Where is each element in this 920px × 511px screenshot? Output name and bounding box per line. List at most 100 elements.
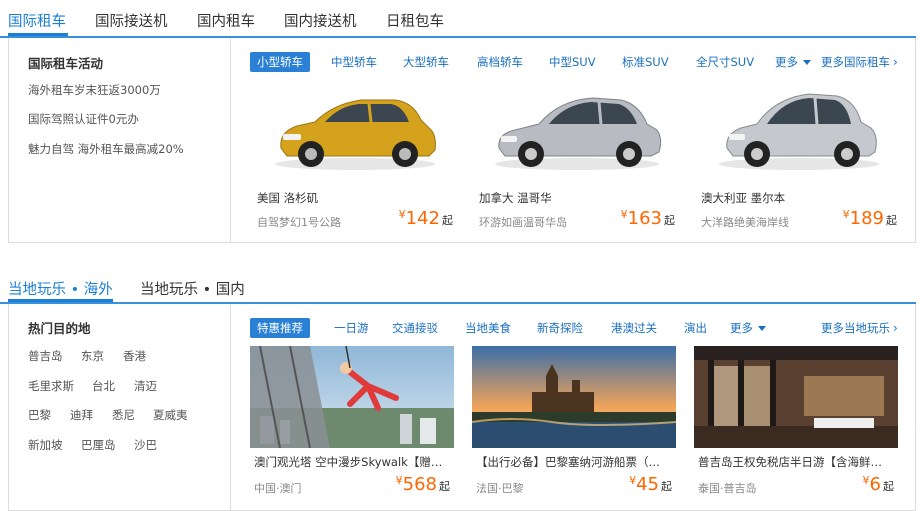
destination-link[interactable]: 悉尼 [112,407,135,423]
tab-daily-charter[interactable]: 日租包车 [386,0,444,31]
more-link-label: 更多当地玩乐 [821,321,890,335]
category-more-dropdown[interactable]: 更多 [730,318,766,338]
price-value: 142 [405,208,440,229]
play-panel: 热门目的地 普吉岛 东京 香港 毛里求斯 台北 清迈 巴黎 迪拜 悉尼 夏威夷 … [8,304,916,511]
destination-link[interactable]: 巴厘岛 [81,437,116,453]
activity-card[interactable]: 普吉岛王权免税店半日游【含海鲜自助餐】 泰国·普吉岛 ¥6起 [694,346,898,498]
activity-location: 泰国·普吉岛 [698,482,757,495]
activity-location: 中国·澳门 [254,482,302,495]
rental-promo-link[interactable]: 海外租车岁末狂返3000万 [28,82,161,98]
activity-title: 普吉岛王权免税店半日游【含海鲜自助餐】 [698,455,892,469]
more-local-play-link[interactable]: 更多当地玩乐 › [821,318,898,338]
chevron-right-icon: › [893,55,898,69]
tab-domestic-rental[interactable]: 国内租车 [197,0,255,31]
rental-promo-link[interactable]: 魅力自驾 海外租车最高减20% [28,141,184,157]
tab-intl-rental[interactable]: 国际租车 [8,0,66,31]
car-location: 美国 洛杉矶 [257,191,319,205]
category-midsize-suv[interactable]: 中型SUV [549,52,596,72]
tab-domestic-airport-transfer[interactable]: 国内接送机 [284,0,357,31]
destination-link[interactable]: 沙巴 [134,437,157,453]
price-value: 163 [627,208,662,229]
more-label: 更多 [730,321,753,335]
rental-promo-link[interactable]: 国际驾照认证件0元办 [28,111,139,127]
play-side-title: 热门目的地 [28,321,91,336]
tab-local-play-overseas[interactable]: 当地玩乐 • 海外 [8,268,113,299]
destination-link[interactable]: 毛里求斯 [28,378,74,394]
category-compact-car[interactable]: 小型轿车 [250,52,310,72]
activity-card[interactable]: 【出行必备】巴黎塞纳河游船票（电子票） 法国·巴黎 ¥45起 [472,346,676,498]
activity-title: 【出行必备】巴黎塞纳河游船票（电子票） [476,455,670,469]
car-route: 环游如画温哥华岛 [479,216,567,229]
chevron-down-icon [758,326,766,331]
category-shows[interactable]: 演出 [684,318,707,338]
activity-price: ¥6 起 [863,474,894,495]
activity-image [472,346,676,448]
car-image [495,97,662,170]
destination-link[interactable]: 香港 [123,348,146,364]
price-suffix: 起 [439,480,450,493]
play-side: 热门目的地 普吉岛 东京 香港 毛里求斯 台北 清迈 巴黎 迪拜 悉尼 夏威夷 … [9,304,231,510]
tab-local-play-domestic[interactable]: 当地玩乐 • 国内 [140,268,245,299]
price-suffix: 起 [886,214,897,227]
currency-symbol: ¥ [620,208,628,221]
active-tab-indicator [8,33,68,36]
activity-location: 法国·巴黎 [476,482,524,495]
car-image [275,99,436,170]
category-local-food[interactable]: 当地美食 [465,318,511,338]
active-play-tab-indicator [8,299,113,302]
tab-intl-airport-transfer[interactable]: 国际接送机 [95,0,168,31]
category-day-tour[interactable]: 一日游 [334,318,369,338]
chevron-down-icon [803,60,811,65]
category-fullsize-suv[interactable]: 全尺寸SUV [696,52,754,72]
activity-price: ¥45 起 [629,474,672,495]
car-price: ¥142 起 [399,208,453,229]
currency-symbol: ¥ [842,208,850,221]
category-midsize-car[interactable]: 中型轿车 [331,52,377,72]
car-price: ¥189 起 [843,208,897,229]
activity-title: 澳门观光塔 空中漫步Skywalk【赠观光塔门票】 [254,455,448,469]
destination-link[interactable]: 台北 [92,378,115,394]
destination-link[interactable]: 迪拜 [70,407,93,423]
currency-symbol: ¥ [862,474,870,487]
car-location: 加拿大 温哥华 [479,191,552,205]
car-price: ¥163 起 [621,208,675,229]
destination-link[interactable]: 巴黎 [28,407,51,423]
car-image [719,93,879,170]
destination-link[interactable]: 普吉岛 [28,348,63,364]
chevron-right-icon: › [893,321,898,335]
destination-link[interactable]: 夏威夷 [153,407,188,423]
category-luxury-car[interactable]: 高档轿车 [477,52,523,72]
currency-symbol: ¥ [398,208,406,221]
rental-side: 国际租车活动 海外租车岁末狂返3000万 国际驾照认证件0元办 魅力自驾 海外租… [9,38,231,242]
category-special-deals[interactable]: 特惠推荐 [250,318,310,338]
more-label: 更多 [775,55,798,69]
activity-price: ¥568 起 [396,474,450,495]
destination-link[interactable]: 清迈 [134,378,157,394]
price-suffix: 起 [883,480,894,493]
rental-category-bar: 小型轿车 中型轿车 大型轿车 高档轿车 中型SUV 标准SUV 全尺寸SUV 更… [250,52,905,72]
car-route: 大洋路绝美海岸线 [701,216,789,229]
destination-link[interactable]: 新加坡 [28,437,63,453]
more-intl-rental-link[interactable]: 更多国际租车 › [821,52,898,72]
category-hk-macau-crossing[interactable]: 港澳过关 [611,318,657,338]
car-route: 自驾梦幻1号公路 [257,216,341,229]
destination-link[interactable]: 东京 [81,348,104,364]
category-transfer[interactable]: 交通接驳 [392,318,438,338]
activity-image [250,346,454,448]
price-suffix: 起 [664,214,675,227]
play-category-bar: 特惠推荐 一日游 交通接驳 当地美食 新奇探险 港澳过关 演出 更多 更多当地玩… [250,318,905,338]
price-value: 568 [402,474,437,495]
car-card[interactable]: 加拿大 温哥华 环游如画温哥华岛 ¥163 起 [475,82,679,232]
category-more-dropdown[interactable]: 更多 [775,52,811,72]
car-card[interactable]: 澳大利亚 墨尔本 大洋路绝美海岸线 ¥189 起 [697,82,901,232]
rental-side-title: 国际租车活动 [28,56,104,71]
category-standard-suv[interactable]: 标准SUV [622,52,669,72]
car-card[interactable]: 美国 洛杉矶 自驾梦幻1号公路 ¥142 起 [253,82,457,232]
activity-card[interactable]: 澳门观光塔 空中漫步Skywalk【赠观光塔门票】 中国·澳门 ¥568起 [250,346,454,498]
category-adventure[interactable]: 新奇探险 [537,318,583,338]
price-value: 189 [849,208,884,229]
price-value: 6 [869,474,881,495]
category-fullsize-car[interactable]: 大型轿车 [403,52,449,72]
price-suffix: 起 [661,480,672,493]
price-value: 45 [636,474,659,495]
